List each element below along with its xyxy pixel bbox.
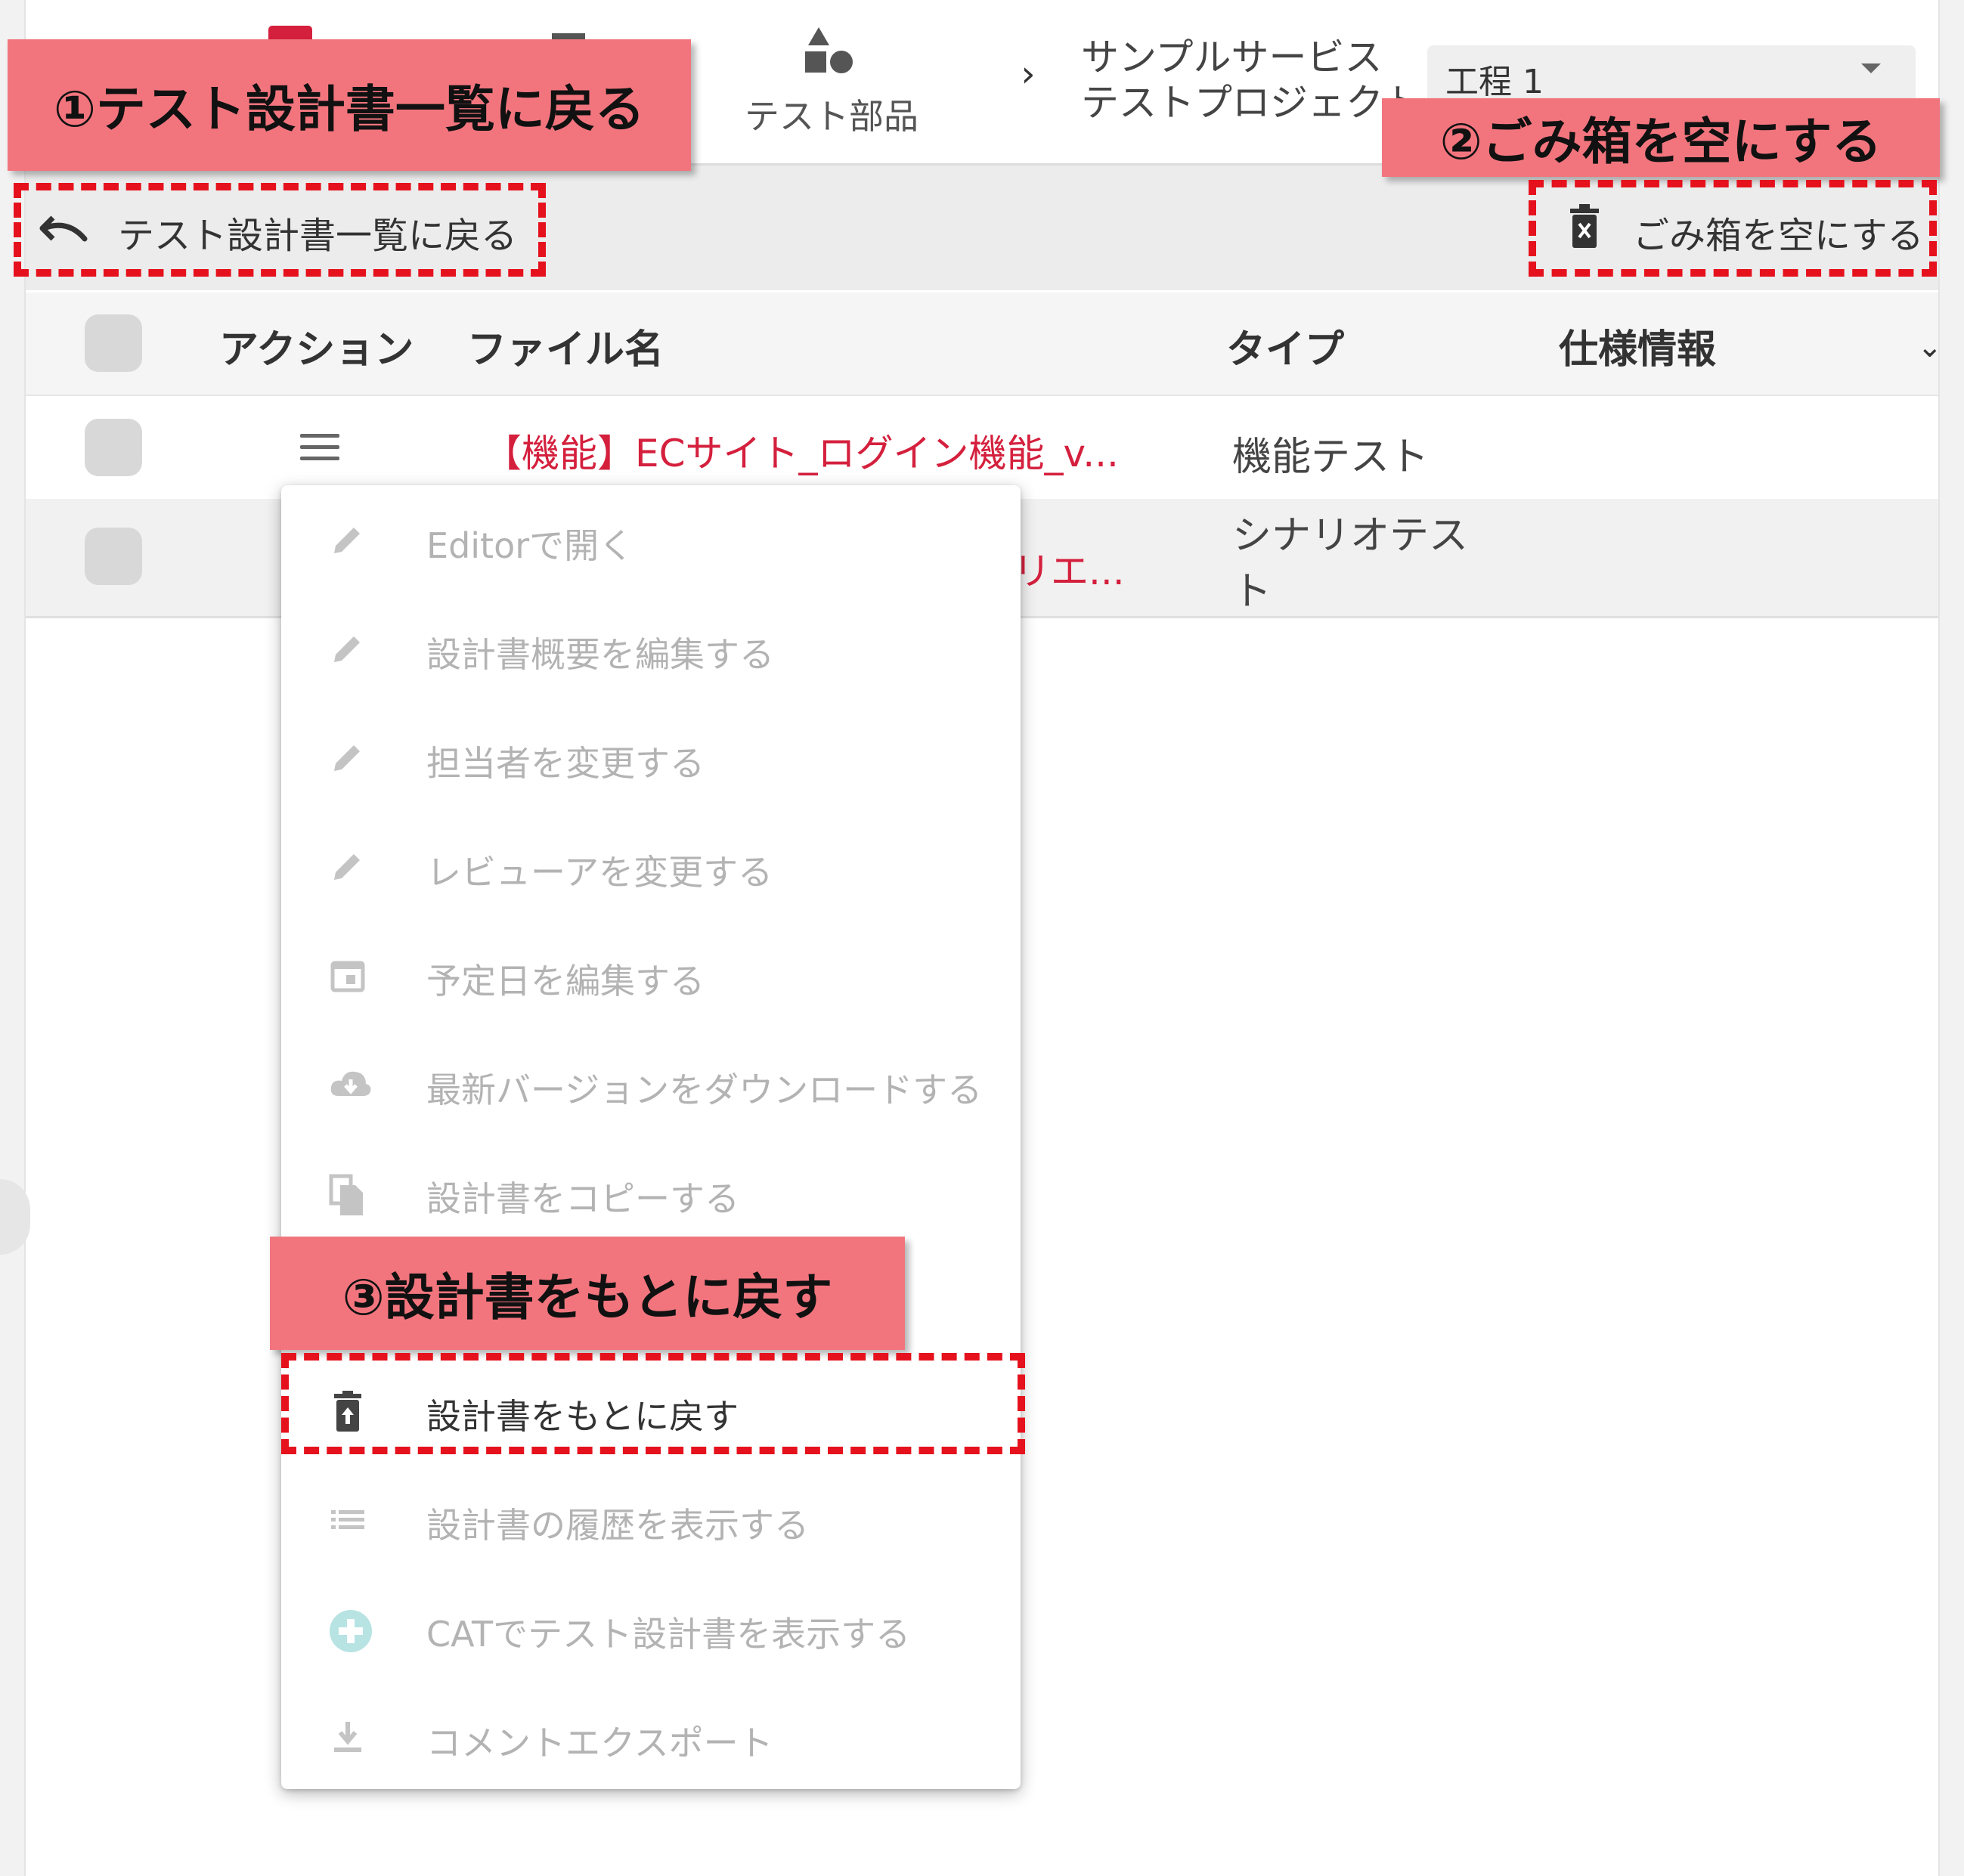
menu-item-label: 担当者を変更する (426, 743, 705, 784)
highlight-box-restore (281, 1353, 1025, 1454)
annotation-callout-restore: ③設計書をもとに戻す (270, 1237, 905, 1350)
menu-item-download-latest[interactable]: 最新バージョンをダウンロードする (281, 1029, 1021, 1138)
menu-item-label: 設計書をコピーする (426, 1178, 739, 1219)
menu-item-edit-due-date[interactable]: 予定日を編集する (281, 921, 1021, 1029)
menu-item-label: 設計書の履歴を表示する (426, 1505, 809, 1546)
action-menu: Editorで開く 設計書概要を編集する 担当者を変更する レビューアを変更する… (281, 485, 1021, 1789)
column-header-spec[interactable]: 仕様情報 (1559, 317, 1716, 374)
annotation-callout-back: ①テスト設計書一覧に戻る (8, 39, 691, 171)
row-checkbox[interactable] (85, 419, 142, 476)
test-parts-label[interactable]: テスト部品 (737, 89, 926, 139)
right-frame (1940, 0, 1964, 1876)
process-select-value: 工程 1 (1445, 63, 1544, 101)
copy-icon (328, 1173, 367, 1215)
annotation-callout-empty-trash: ②ごみ箱を空にする (1382, 98, 1940, 177)
right-frame-border (1938, 0, 1940, 1876)
left-frame (0, 0, 24, 1876)
menu-item-change-reviewer[interactable]: レビューアを変更する (281, 812, 1021, 921)
breadcrumb-project[interactable]: テストプロジェクト (1081, 73, 1421, 127)
file-type-line2: ト (1232, 569, 1272, 614)
row-checkbox[interactable] (85, 528, 142, 585)
menu-icon[interactable] (300, 434, 339, 461)
menu-item-edit-summary[interactable]: 設計書概要を編集する (281, 594, 1021, 703)
pencil-icon (328, 738, 367, 777)
highlight-box-back (14, 183, 546, 277)
column-header-action: アクション (219, 327, 414, 373)
plus-circle-icon (328, 1608, 372, 1652)
menu-item-history[interactable]: 設計書の履歴を表示する (281, 1465, 1021, 1574)
highlight-box-empty-trash (1529, 180, 1937, 277)
menu-item-export-comments[interactable]: コメントエクスポート (281, 1683, 1021, 1791)
file-name-link[interactable]: リエ... (1013, 541, 1125, 596)
menu-item-label: 設計書概要を編集する (426, 634, 774, 675)
menu-item-copy[interactable]: 設計書をコピーする (281, 1138, 1021, 1247)
menu-item-label: 最新バージョンをダウンロードする (426, 1070, 983, 1110)
menu-item-change-assignee[interactable]: 担当者を変更する (281, 703, 1021, 812)
side-drawer-handle[interactable] (0, 1179, 30, 1255)
file-type: 機能テスト (1232, 435, 1430, 480)
menu-item-label: レビューアを変更する (426, 852, 773, 893)
column-header-type[interactable]: タイプ (1226, 317, 1344, 374)
menu-item-label: コメントエクスポート (426, 1723, 773, 1763)
file-type-line1: シナリオテス (1232, 513, 1469, 559)
menu-item-label: 予定日を編集する (426, 961, 705, 1001)
menu-item-view-in-cat[interactable]: CATでテスト設計書を表示する (281, 1574, 1021, 1683)
pencil-icon (328, 847, 367, 886)
pencil-icon (328, 520, 367, 559)
select-all-checkbox[interactable] (85, 314, 142, 372)
menu-item-label: CATでテスト設計書を表示する (426, 1614, 911, 1655)
chevron-down-icon[interactable]: ⌄ (1917, 330, 1943, 364)
download-icon (328, 1717, 367, 1757)
menu-item-label: Editorで開く (426, 525, 634, 566)
file-name-link[interactable]: 【機能】ECサイト_ログイン機能_v... (484, 423, 1119, 478)
list-icon (328, 1500, 367, 1539)
pencil-icon (328, 629, 367, 668)
column-header-filename[interactable]: ファイル名 (467, 317, 664, 374)
shapes-icon[interactable] (798, 26, 858, 76)
breadcrumb-separator: › (1021, 53, 1036, 95)
dropdown-arrow-icon (1861, 63, 1881, 73)
cloud-download-icon (328, 1064, 371, 1104)
calendar-icon (328, 955, 367, 995)
menu-item-open-editor[interactable]: Editorで開く (281, 485, 1021, 594)
